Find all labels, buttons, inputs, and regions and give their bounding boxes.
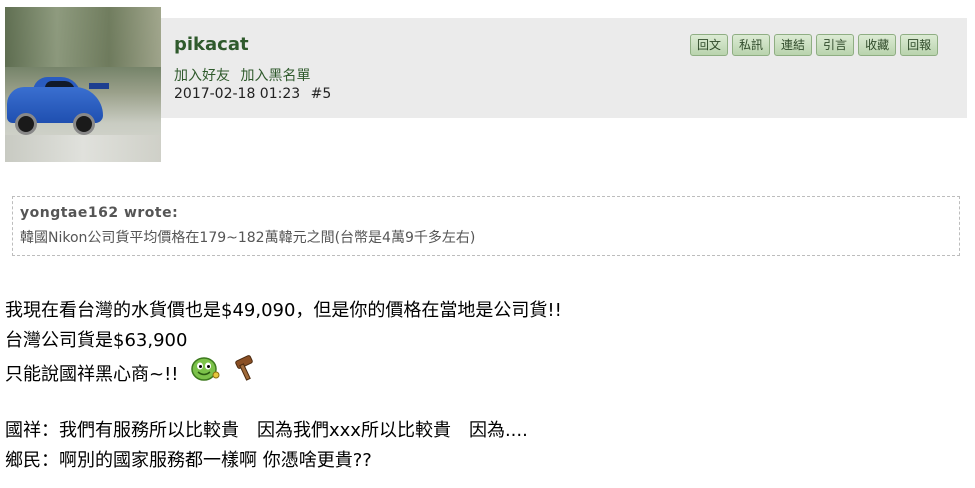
body-line: 台灣公司貨是$63,900	[5, 330, 188, 351]
green-smiley-emoji-icon	[190, 355, 220, 391]
report-button[interactable]: 回報	[900, 34, 939, 56]
avatar-background	[5, 7, 161, 67]
body-line: 我現在看台灣的水貨價也是$49,090，但是你的價格在當地是公司貨!!	[5, 300, 562, 321]
post-number-link[interactable]: #5	[311, 86, 332, 102]
post-timestamp: 2017-02-18 01:23	[174, 86, 301, 102]
body-blank-line	[5, 386, 562, 416]
user-avatar[interactable]	[5, 7, 161, 162]
quote-author: yongtae162 wrote:	[20, 205, 179, 221]
post-body: 我現在看台灣的水貨價也是$49,090，但是你的價格在當地是公司貨!! 台灣公司…	[5, 296, 562, 476]
reply-button[interactable]: 回文	[690, 34, 729, 56]
add-blacklist-link[interactable]: 加入黑名單	[240, 68, 310, 84]
quote-button[interactable]: 引言	[816, 34, 855, 56]
friend-links: 加入好友 加入黑名單	[174, 65, 316, 85]
body-line-text: 只能說國祥黑心商~!!	[5, 364, 179, 385]
username[interactable]: pikacat	[174, 34, 249, 55]
avatar-car-wheel	[73, 113, 95, 135]
post-meta: 2017-02-18 01:23 #5	[174, 86, 331, 102]
link-button[interactable]: 連結	[774, 34, 813, 56]
gavel-emoji-icon	[232, 354, 258, 392]
body-line: 鄉民：啊別的國家服務都一樣啊 你憑啥更貴??	[5, 450, 372, 471]
private-message-button[interactable]: 私訊	[732, 34, 771, 56]
quote-block: yongtae162 wrote: 韓國Nikon公司貨平均價格在179~182…	[12, 196, 960, 256]
bookmark-button[interactable]: 收藏	[858, 34, 897, 56]
add-friend-link[interactable]: 加入好友	[174, 68, 230, 84]
body-line: 國祥：我們有服務所以比較貴 因為我們xxx所以比較貴 因為....	[5, 420, 528, 441]
avatar-car-wheel	[15, 113, 37, 135]
avatar-car-spoiler	[89, 83, 109, 89]
post-actions: 回文 私訊 連結 引言 收藏 回報	[690, 34, 939, 56]
avatar-road	[5, 135, 161, 162]
body-line-with-emoji: 只能說國祥黑心商~!!	[5, 355, 562, 386]
quote-text: 韓國Nikon公司貨平均價格在179~182萬韓元之間(台幣是4萬9千多左右)	[20, 230, 476, 246]
